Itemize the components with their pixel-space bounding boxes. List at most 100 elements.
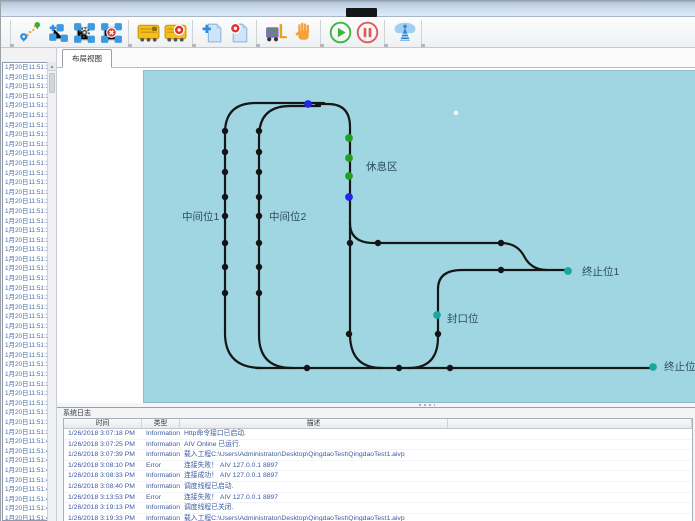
loop-path-1 (225, 103, 324, 368)
log-cell: 1/26/2018 3:19:13 PM (64, 503, 142, 513)
agv-stop-button[interactable] (162, 19, 189, 46)
track-node[interactable] (396, 365, 402, 371)
log-row[interactable]: 1/26/2018 3:07:25 PMInformationAIV Onlin… (64, 440, 692, 451)
log-col-desc[interactable]: 描述 (180, 419, 448, 428)
track-node[interactable] (222, 264, 228, 270)
log-col-time[interactable]: 时间 (64, 419, 142, 428)
beacon-online-button[interactable] (391, 19, 418, 46)
log-row[interactable]: 1/26/2018 3:13:53 PMError连接失败！ AIV 127.0… (64, 493, 692, 504)
track-node[interactable] (498, 240, 504, 246)
track-node[interactable] (256, 128, 262, 134)
seal-loop-path (409, 270, 568, 368)
track-node[interactable] (304, 100, 312, 108)
track-node[interactable] (304, 365, 310, 371)
route-map-button[interactable] (17, 19, 44, 46)
toolbar-separator (384, 20, 388, 44)
add-task-button[interactable] (199, 19, 226, 46)
scrollbar-thumb[interactable] (49, 73, 55, 93)
add-node-button[interactable] (44, 19, 71, 46)
log-cell: Information (142, 429, 180, 439)
track-node[interactable] (222, 169, 228, 175)
system-log-panel: 系统日志 时间 类型 描述 1/26/2018 3:07:18 PMInform… (57, 407, 695, 521)
track-node[interactable] (222, 213, 228, 219)
station-label: 终止位1 (582, 265, 619, 278)
log-cell: Http命令接口已启动. (180, 429, 695, 439)
log-cell: Information (142, 482, 180, 492)
event-time-sidebar: 1月20日11:51:301月20日11:51:301月20日11:51:301… (1, 48, 57, 521)
log-cell: 1/26/2018 3:08:33 PM (64, 471, 142, 481)
track-paths (225, 103, 653, 368)
track-node[interactable] (222, 128, 228, 134)
agv-vehicle-icon (136, 20, 161, 45)
track-node[interactable] (433, 311, 441, 319)
log-row[interactable]: 1/26/2018 3:08:33 PMInformation连接成功！ AIV… (64, 471, 692, 482)
track-node[interactable] (345, 154, 353, 162)
agv-vehicle-button[interactable] (135, 19, 162, 46)
main-toolbar (1, 17, 695, 48)
log-cell: Error (142, 493, 180, 503)
node-settings-button[interactable] (71, 19, 98, 46)
log-panel-title: 系统日志 (63, 409, 693, 418)
track-node[interactable] (346, 331, 352, 337)
log-col-type[interactable]: 类型 (142, 419, 180, 428)
log-cell: 1/26/2018 3:07:25 PM (64, 440, 142, 450)
track-layout-canvas[interactable]: 中间位1中间位2休息区终止位1封口位终止位2 (143, 70, 695, 403)
track-node[interactable] (498, 267, 504, 273)
splitter-grip[interactable] (419, 404, 435, 406)
track-node[interactable] (222, 194, 228, 200)
track-node[interactable] (345, 193, 353, 201)
track-node[interactable] (256, 240, 262, 246)
horizontal-splitter[interactable] (57, 403, 695, 407)
station-label: 终止位2 (664, 360, 695, 373)
log-row[interactable]: 1/26/2018 3:08:40 PMInformation调度线程已启动. (64, 482, 692, 493)
track-node[interactable] (564, 267, 572, 275)
track-node[interactable] (256, 194, 262, 200)
scrollbar-up-arrow[interactable]: ▲ (48, 62, 56, 71)
title-bar (1, 0, 695, 17)
track-node[interactable] (256, 169, 262, 175)
track-node[interactable] (256, 149, 262, 155)
log-cell: 1/26/2018 3:08:40 PM (64, 482, 142, 492)
track-node[interactable] (347, 240, 353, 246)
start-dispatch-button[interactable] (327, 19, 354, 46)
track-node[interactable] (222, 149, 228, 155)
hand-stop-icon (291, 20, 316, 45)
manual-stop-button[interactable] (290, 19, 317, 46)
track-node[interactable] (649, 363, 657, 371)
canvas-area: 中间位1中间位2休息区终止位1封口位终止位2 (57, 68, 695, 403)
track-node[interactable] (256, 264, 262, 270)
log-row[interactable]: 1/26/2018 3:08:10 PMError连接失败！ AIV 127.0… (64, 461, 692, 472)
track-node[interactable] (435, 331, 441, 337)
delete-node-button[interactable] (98, 19, 125, 46)
canvas-artifact-dot (454, 111, 459, 116)
log-row[interactable]: 1/26/2018 3:07:39 PMInformation载入工程C:\Us… (64, 450, 692, 461)
log-row[interactable]: 1/26/2018 3:07:18 PMInformationHttp命令接口已… (64, 429, 692, 440)
log-row[interactable]: 1/26/2018 3:19:33 PMInformation载入工程C:\Us… (64, 514, 692, 521)
track-node[interactable] (447, 365, 453, 371)
track-node[interactable] (345, 172, 353, 180)
track-node[interactable] (222, 240, 228, 246)
station-label: 中间位2 (269, 210, 306, 223)
node-settings-icon (72, 20, 97, 45)
log-cell: 1/26/2018 3:07:18 PM (64, 429, 142, 439)
track-node[interactable] (256, 290, 262, 296)
track-node[interactable] (345, 134, 353, 142)
track-node[interactable] (222, 290, 228, 296)
sidebar-scrollbar[interactable]: ▲ (47, 62, 56, 521)
pause-dispatch-button[interactable] (354, 19, 381, 46)
agv-dispatch-window: 1月20日11:51:301月20日11:51:301月20日11:51:301… (0, 0, 695, 521)
track-node[interactable] (375, 240, 381, 246)
log-table[interactable]: 时间 类型 描述 1/26/2018 3:07:18 PMInformation… (63, 418, 693, 521)
remove-task-button[interactable] (226, 19, 253, 46)
track-node[interactable] (256, 213, 262, 219)
forklift-button[interactable] (263, 19, 290, 46)
log-row[interactable]: 1/26/2018 3:19:13 PMInformation调度线程已关闭. (64, 503, 692, 514)
remove-task-icon (227, 20, 252, 45)
main-content: 布局视图 (57, 48, 695, 521)
log-cell: 调度线程已关闭. (180, 503, 695, 513)
station-label: 封口位 (447, 312, 479, 325)
log-table-body: 1/26/2018 3:07:18 PMInformationHttp命令接口已… (64, 429, 692, 521)
log-cell: Information (142, 514, 180, 521)
tab-layout-view[interactable]: 布局视图 (62, 49, 112, 68)
station-label: 休息区 (366, 160, 398, 173)
